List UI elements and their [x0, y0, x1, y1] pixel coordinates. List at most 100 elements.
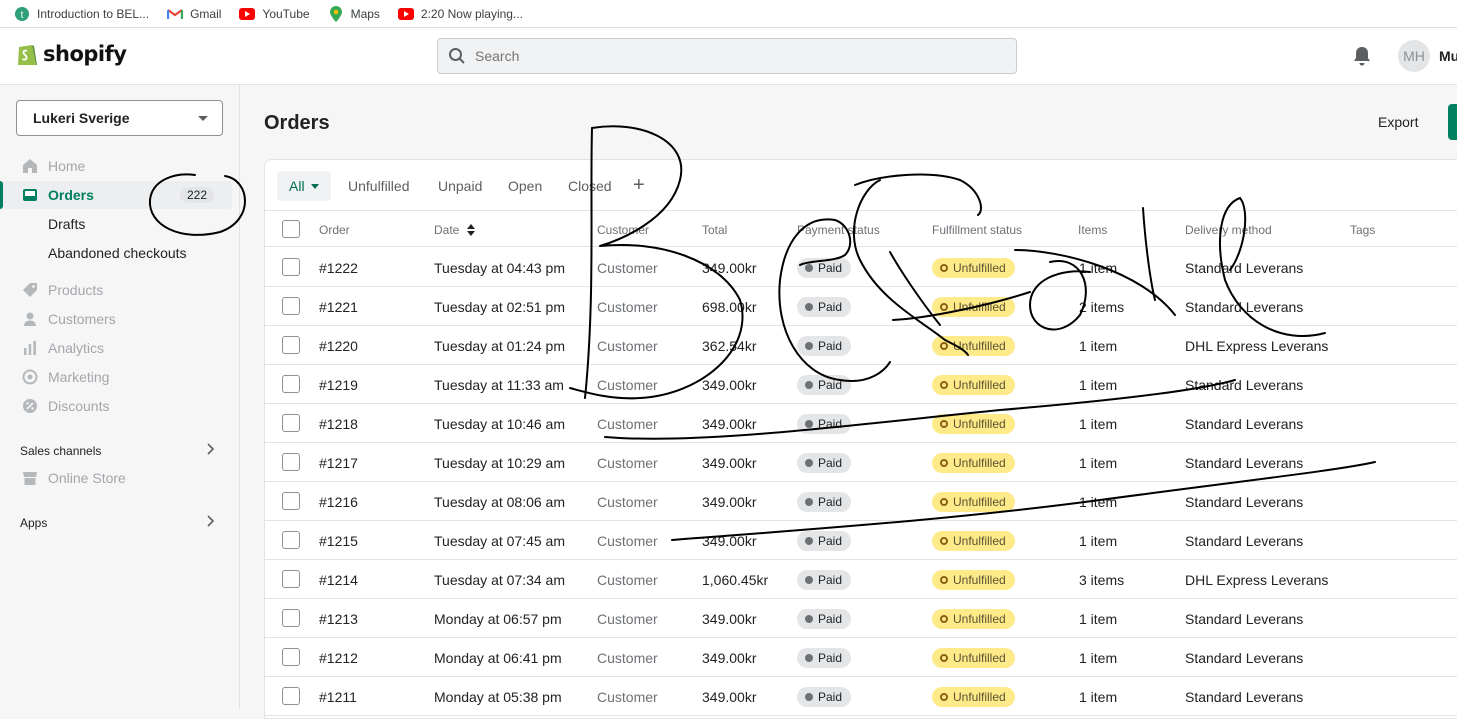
- add-tab-icon[interactable]: +: [633, 174, 645, 197]
- table-row[interactable]: #1216 Tuesday at 08:06 am Customer 349.00kr…: [265, 482, 1457, 521]
- row-checkbox[interactable]: [282, 648, 300, 666]
- bookmark-item[interactable]: YouTube: [239, 6, 310, 22]
- status-dot-icon: [805, 498, 813, 506]
- sidebar-item-online-store[interactable]: Online Store: [0, 464, 232, 492]
- tab-unpaid[interactable]: Unpaid: [438, 171, 482, 201]
- order-number[interactable]: #1222: [319, 260, 358, 276]
- sidebar-item-label: Drafts: [48, 216, 86, 232]
- sidebar-item-marketing[interactable]: Marketing: [0, 363, 232, 391]
- order-number[interactable]: #1217: [319, 455, 358, 471]
- export-button[interactable]: Export: [1366, 110, 1430, 134]
- column-header[interactable]: Order: [319, 223, 350, 237]
- items-count: 1 item: [1079, 260, 1118, 276]
- store-selector[interactable]: Lukeri Sverige: [16, 100, 223, 136]
- sidebar-item-home[interactable]: Home: [0, 152, 232, 180]
- order-number[interactable]: #1220: [319, 338, 358, 354]
- column-header[interactable]: Total: [702, 223, 727, 237]
- customer-name: Customer: [597, 299, 658, 315]
- sidebar-item-abandoned-checkouts[interactable]: Abandoned checkouts: [0, 239, 232, 267]
- row-checkbox[interactable]: [282, 492, 300, 510]
- table-row[interactable]: #1214 Tuesday at 07:34 am Customer 1,060.45…: [265, 560, 1457, 599]
- table-row[interactable]: #1215 Tuesday at 07:45 am Customer 349.00kr…: [265, 521, 1457, 560]
- row-checkbox[interactable]: [282, 258, 300, 276]
- order-date: Tuesday at 07:34 am: [434, 572, 566, 588]
- order-number[interactable]: #1216: [319, 494, 358, 510]
- row-checkbox[interactable]: [282, 570, 300, 588]
- bookmark-item[interactable]: Gmail: [167, 6, 221, 22]
- order-number[interactable]: #1213: [319, 611, 358, 627]
- column-header[interactable]: Tags: [1350, 223, 1375, 237]
- order-number[interactable]: #1219: [319, 377, 358, 393]
- order-number[interactable]: #1212: [319, 650, 358, 666]
- sidebar-item-drafts[interactable]: Drafts: [0, 210, 232, 238]
- delivery-method: Standard Leverans: [1185, 533, 1304, 549]
- column-header-date[interactable]: Date: [434, 223, 475, 237]
- select-all-checkbox[interactable]: [282, 220, 300, 238]
- search-input[interactable]: [475, 48, 995, 64]
- row-checkbox[interactable]: [282, 531, 300, 549]
- bell-icon[interactable]: [1352, 45, 1372, 72]
- row-checkbox[interactable]: [282, 609, 300, 627]
- search-bar[interactable]: [437, 38, 1017, 74]
- tab-all[interactable]: All: [277, 171, 331, 201]
- order-total: 349.00kr: [702, 416, 757, 432]
- order-date: Tuesday at 11:33 am: [434, 377, 564, 393]
- tab-closed[interactable]: Closed: [568, 171, 612, 201]
- column-header[interactable]: Payment status: [797, 223, 880, 237]
- tab-open[interactable]: Open: [508, 171, 542, 201]
- apps-header[interactable]: Apps: [20, 515, 215, 530]
- tab-unfulfilled[interactable]: Unfulfilled: [348, 171, 409, 201]
- row-checkbox[interactable]: [282, 414, 300, 432]
- row-checkbox[interactable]: [282, 453, 300, 471]
- sidebar-item-orders[interactable]: Orders 222: [0, 181, 232, 209]
- sales-channels-header[interactable]: Sales channels: [20, 443, 215, 458]
- create-order-button[interactable]: [1448, 104, 1457, 140]
- sidebar-item-label: Abandoned checkouts: [48, 245, 187, 261]
- order-number[interactable]: #1215: [319, 533, 358, 549]
- table-row[interactable]: #1213 Monday at 06:57 pm Customer 349.00kr P…: [265, 599, 1457, 638]
- bookmark-item[interactable]: 2:20 Now playing...: [397, 6, 523, 22]
- order-number[interactable]: #1211: [319, 689, 357, 705]
- order-number[interactable]: #1221: [319, 299, 358, 315]
- column-header[interactable]: Delivery method: [1185, 223, 1272, 237]
- status-dot-icon: [805, 264, 813, 272]
- row-checkbox[interactable]: [282, 297, 300, 315]
- column-header[interactable]: Customer: [597, 223, 649, 237]
- sidebar-item-discounts[interactable]: Discounts: [0, 392, 232, 420]
- column-header[interactable]: Items: [1078, 223, 1107, 237]
- table-row[interactable]: #1222 Tuesday at 04:43 pm Customer 349.00kr…: [265, 248, 1457, 287]
- shopify-logo[interactable]: shopify: [16, 41, 127, 67]
- row-checkbox[interactable]: [282, 336, 300, 354]
- row-checkbox[interactable]: [282, 687, 300, 705]
- table-row[interactable]: #1211 Monday at 05:38 pm Customer 349.00kr P…: [265, 677, 1457, 716]
- table-row[interactable]: #1220 Tuesday at 01:24 pm Customer 362.54kr…: [265, 326, 1457, 365]
- status-ring-icon: [940, 420, 948, 428]
- sidebar-item-customers[interactable]: Customers: [0, 305, 232, 333]
- avatar[interactable]: MH: [1398, 40, 1430, 72]
- youtube-icon: [239, 6, 256, 22]
- table-row[interactable]: #1221 Tuesday at 02:51 pm Customer 698.00kr…: [265, 287, 1457, 326]
- payment-status-badge: Paid: [797, 258, 852, 278]
- row-checkbox[interactable]: [282, 375, 300, 393]
- table-row[interactable]: #1217 Tuesday at 10:29 am Customer 349.00kr…: [265, 443, 1457, 482]
- user-name[interactable]: Mu: [1439, 48, 1457, 64]
- table-row[interactable]: #1218 Tuesday at 10:46 am Customer 349.00kr…: [265, 404, 1457, 443]
- status-dot-icon: [805, 693, 813, 701]
- sidebar-item-products[interactable]: Products: [0, 276, 232, 304]
- column-header[interactable]: Fulfillment status: [932, 223, 1022, 237]
- order-number[interactable]: #1214: [319, 572, 358, 588]
- order-date: Tuesday at 10:46 am: [434, 416, 566, 432]
- order-date: Tuesday at 02:51 pm: [434, 299, 566, 315]
- fulfillment-status-badge: Unfulfilled: [932, 492, 1015, 512]
- status-dot-icon: [805, 342, 813, 350]
- table-row[interactable]: #1219 Tuesday at 11:33 am Customer 349.00kr…: [265, 365, 1457, 404]
- table-row[interactable]: #1212 Monday at 06:41 pm Customer 349.00kr P…: [265, 638, 1457, 677]
- bookmark-item[interactable]: Maps: [328, 5, 380, 22]
- sidebar-item-analytics[interactable]: Analytics: [0, 334, 232, 362]
- bookmark-item[interactable]: t Introduction to BEL...: [14, 6, 149, 22]
- items-count: 1 item: [1079, 494, 1118, 510]
- fulfillment-status-badge: Unfulfilled: [932, 531, 1015, 551]
- order-total: 349.00kr: [702, 494, 757, 510]
- status-ring-icon: [940, 303, 948, 311]
- order-number[interactable]: #1218: [319, 416, 358, 432]
